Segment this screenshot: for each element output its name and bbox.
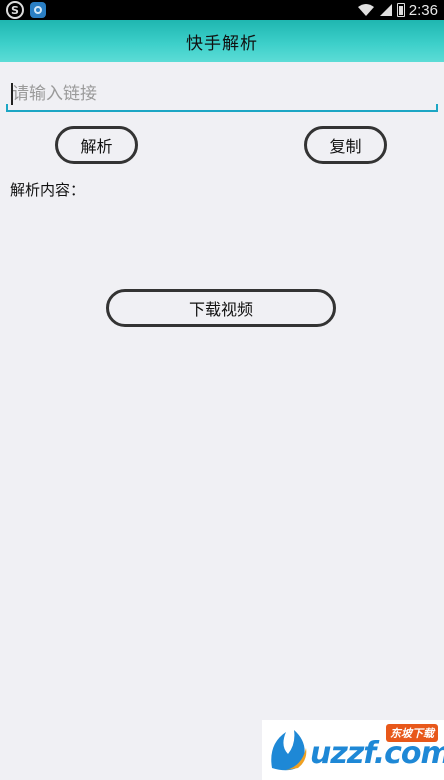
link-input-container — [6, 80, 440, 112]
watermark-logo-icon — [271, 730, 307, 771]
wifi-icon — [357, 4, 374, 16]
clock: 2:36 — [408, 1, 438, 19]
watermark-badge: 东坡下载 — [386, 724, 438, 742]
page-title: 快手解析 — [186, 33, 258, 54]
status-bar-system: 2:36 — [357, 0, 438, 20]
watermark: uzzf.com 东坡下载 — [262, 720, 444, 780]
link-input[interactable] — [6, 80, 440, 108]
status-bar: S 2:36 — [0, 0, 444, 20]
copy-button[interactable]: 复制 — [304, 126, 387, 164]
app-icon — [30, 2, 46, 18]
sogou-icon: S — [6, 1, 24, 19]
signal-icon — [379, 4, 392, 16]
download-video-button[interactable]: 下载视频 — [106, 289, 336, 327]
result-label: 解析内容： — [10, 181, 86, 199]
status-bar-notifications: S — [6, 1, 46, 19]
app-screen: S 2:36 快手解析 解析 复制 解析内容： 下载视频 uzzf.com 东坡… — [0, 0, 444, 780]
parse-button[interactable]: 解析 — [55, 126, 138, 164]
text-caret — [11, 83, 13, 105]
title-bar: 快手解析 — [0, 20, 444, 62]
battery-icon — [396, 3, 405, 17]
